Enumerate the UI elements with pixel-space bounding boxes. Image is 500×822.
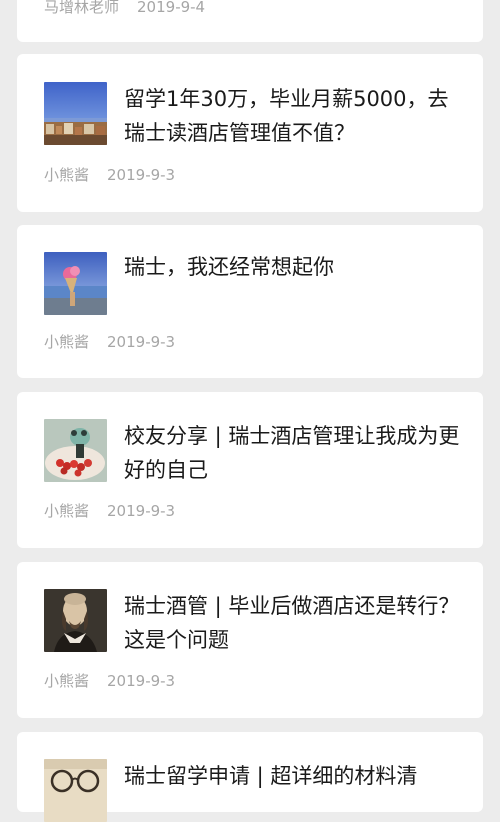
article-card[interactable]: 校友分享 | 瑞士酒店管理让我成为更好的自己 小熊酱 2019-9-3 [17, 392, 483, 548]
ice-cream-lake-photo-icon [44, 252, 107, 315]
eyeglasses-photo-icon [44, 759, 107, 822]
article-card[interactable]: 马增林老师 2019-9-4 [17, 0, 483, 42]
article-author: 小熊酱 [44, 672, 90, 690]
article-meta: 小熊酱 2019-9-3 [44, 670, 175, 691]
article-feed: 马增林老师 2019-9-4 留学1年30万，毕业月薪5000，去瑞士读酒店管理… [0, 0, 500, 822]
article-author: 小熊酱 [44, 333, 90, 351]
article-meta: 小熊酱 2019-9-3 [44, 331, 175, 352]
article-card[interactable]: 瑞士，我还经常想起你 小熊酱 2019-9-3 [17, 225, 483, 378]
article-title[interactable]: 瑞士酒管 | 毕业后做酒店还是转行？这是个问题 [124, 589, 464, 657]
article-date: 2019-9-3 [107, 672, 176, 690]
article-thumbnail [44, 82, 107, 145]
article-meta: 马增林老师 2019-9-4 [44, 0, 205, 17]
article-author: 马增林老师 [44, 0, 120, 16]
article-date: 2019-9-4 [137, 0, 206, 16]
article-date: 2019-9-3 [107, 333, 176, 351]
dessert-plate-photo-icon [44, 419, 107, 482]
article-thumbnail [44, 419, 107, 482]
article-meta: 小熊酱 2019-9-3 [44, 164, 175, 185]
article-card[interactable]: 瑞士留学申请 | 超详细的材料清 [17, 732, 483, 822]
article-card[interactable]: 留学1年30万，毕业月薪5000，去瑞士读酒店管理值不值？ 小熊酱 2019-9-… [17, 54, 483, 212]
article-author: 小熊酱 [44, 502, 90, 520]
article-title[interactable]: 留学1年30万，毕业月薪5000，去瑞士读酒店管理值不值？ [124, 82, 464, 150]
article-thumbnail [44, 759, 107, 822]
article-author: 小熊酱 [44, 166, 90, 184]
article-date: 2019-9-3 [107, 166, 176, 184]
lakeside-town-photo-icon [44, 82, 107, 145]
article-date: 2019-9-3 [107, 502, 176, 520]
shakespeare-portrait-icon [44, 589, 107, 652]
article-meta: 小熊酱 2019-9-3 [44, 500, 175, 521]
article-title[interactable]: 校友分享 | 瑞士酒店管理让我成为更好的自己 [124, 419, 464, 487]
article-card[interactable]: 瑞士酒管 | 毕业后做酒店还是转行？这是个问题 小熊酱 2019-9-3 [17, 562, 483, 718]
article-title[interactable]: 瑞士留学申请 | 超详细的材料清 [124, 759, 464, 793]
article-title[interactable]: 瑞士，我还经常想起你 [124, 250, 464, 284]
article-thumbnail [44, 589, 107, 652]
article-thumbnail [44, 252, 107, 315]
